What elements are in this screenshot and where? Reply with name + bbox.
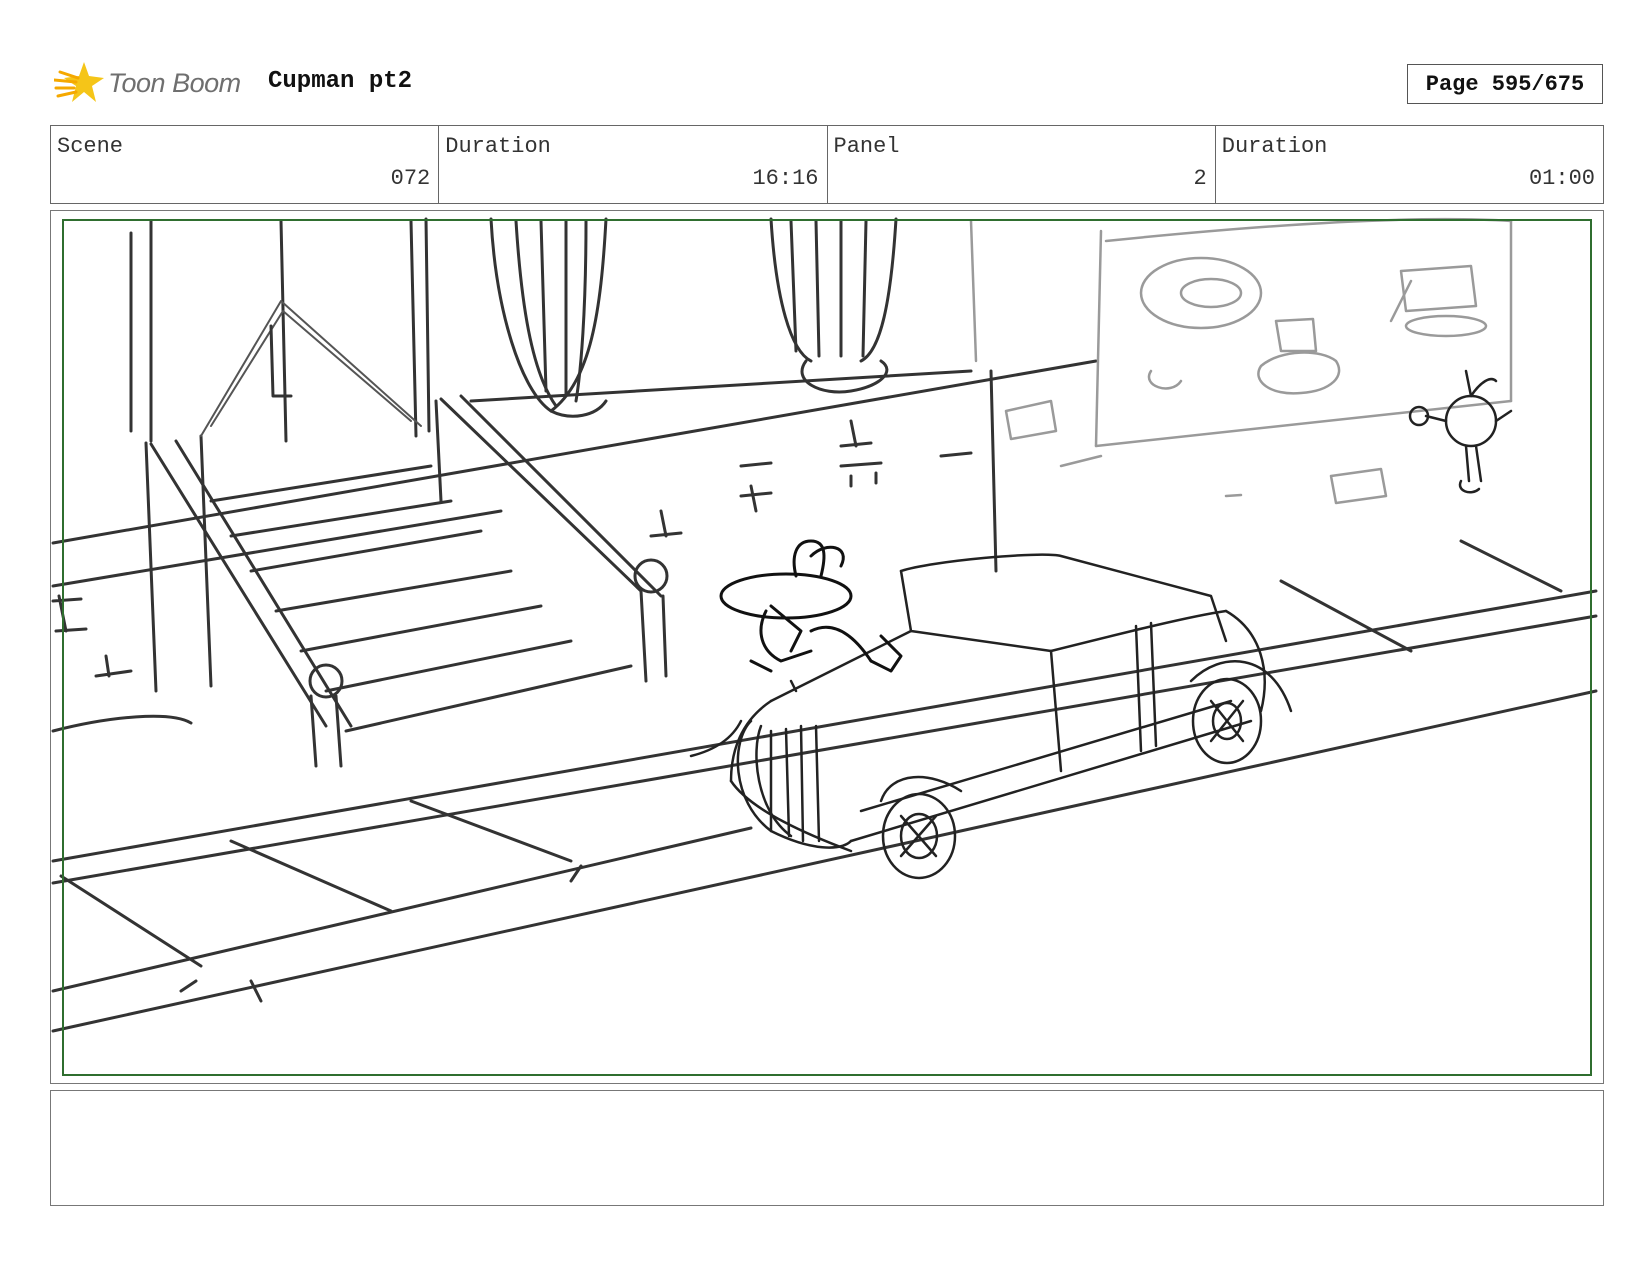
logo-text: Toon Boom: [108, 68, 241, 98]
panel-duration-cell: Duration 01:00: [1216, 126, 1603, 203]
panel-duration-label: Duration: [1221, 134, 1328, 159]
page-number-box: Page 595/675: [1407, 64, 1603, 104]
scene-label: Scene: [57, 134, 124, 159]
scene-duration-value: 16:16: [752, 166, 819, 191]
project-title: Cupman pt2: [268, 68, 413, 95]
panel-notes-box[interactable]: [50, 1090, 1604, 1206]
safe-area-frame: [62, 219, 1592, 1076]
scene-value: 072: [390, 166, 431, 191]
scene-duration-cell: Duration 16:16: [439, 126, 828, 203]
panel-duration-value: 01:00: [1528, 166, 1595, 191]
scene-cell: Scene 072: [51, 126, 440, 203]
panel-label: Panel: [833, 134, 900, 159]
panel-value: 2: [1193, 166, 1207, 191]
scene-info-table: Scene 072 Duration 16:16 Panel 2 Duratio…: [50, 125, 1604, 204]
scene-duration-label: Duration: [445, 134, 551, 159]
panel-frame: [50, 210, 1604, 1084]
toon-boom-logo: Toon Boom: [54, 58, 250, 110]
page-number: Page 595/675: [1425, 71, 1585, 97]
comet-star-icon: [54, 62, 104, 102]
panel-cell: Panel 2: [828, 126, 1216, 203]
